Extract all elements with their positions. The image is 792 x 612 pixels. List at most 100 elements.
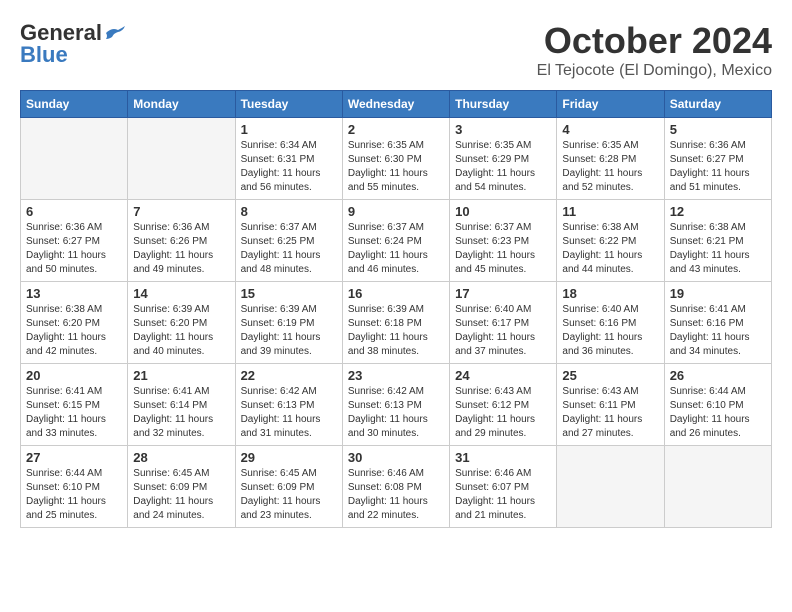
calendar-week-2: 6 Sunrise: 6:36 AM Sunset: 6:27 PM Daylig… — [21, 200, 772, 282]
calendar-cell: 7 Sunrise: 6:36 AM Sunset: 6:26 PM Daylig… — [128, 200, 235, 282]
calendar-cell: 22 Sunrise: 6:42 AM Sunset: 6:13 PM Dayli… — [235, 364, 342, 446]
col-header-friday: Friday — [557, 91, 664, 118]
day-info: Sunrise: 6:44 AM Sunset: 6:10 PM Dayligh… — [26, 467, 122, 523]
calendar-cell: 4 Sunrise: 6:35 AM Sunset: 6:28 PM Daylig… — [557, 118, 664, 200]
day-info: Sunrise: 6:40 AM Sunset: 6:16 PM Dayligh… — [562, 303, 658, 359]
day-number: 11 — [562, 204, 658, 219]
day-info: Sunrise: 6:45 AM Sunset: 6:09 PM Dayligh… — [241, 467, 337, 523]
calendar-cell: 3Sunrise: 6:35 AM Sunset: 6:29 PM Daylig… — [450, 118, 557, 200]
title-block: October 2024 El Tejocote (El Domingo), M… — [537, 20, 772, 80]
day-info: Sunrise: 6:37 AM Sunset: 6:24 PM Dayligh… — [348, 221, 444, 277]
day-info: Sunrise: 6:39 AM Sunset: 6:18 PM Dayligh… — [348, 303, 444, 359]
calendar-cell: 2 Sunrise: 6:35 AM Sunset: 6:30 PM Daylig… — [342, 118, 449, 200]
calendar-header-row: SundayMondayTuesdayWednesdayThursdayFrid… — [21, 91, 772, 118]
day-info: Sunrise: 6:35 AM Sunset: 6:29 PM Dayligh… — [455, 139, 551, 195]
calendar-cell — [21, 118, 128, 200]
logo-blue: Blue — [20, 42, 68, 68]
day-info: Sunrise: 6:38 AM Sunset: 6:21 PM Dayligh… — [670, 221, 766, 277]
day-info: Sunrise: 6:43 AM Sunset: 6:11 PM Dayligh… — [562, 385, 658, 441]
col-header-thursday: Thursday — [450, 91, 557, 118]
day-info: Sunrise: 6:41 AM Sunset: 6:16 PM Dayligh… — [670, 303, 766, 359]
day-number: 17 — [455, 286, 551, 301]
calendar-cell: 30 Sunrise: 6:46 AM Sunset: 6:08 PM Dayli… — [342, 446, 449, 528]
col-header-monday: Monday — [128, 91, 235, 118]
day-number: 12 — [670, 204, 766, 219]
day-number: 4 — [562, 122, 658, 137]
day-number: 14 — [133, 286, 229, 301]
day-number: 2 — [348, 122, 444, 137]
day-info: Sunrise: 6:38 AM Sunset: 6:22 PM Dayligh… — [562, 221, 658, 277]
day-info: Sunrise: 6:39 AM Sunset: 6:20 PM Dayligh… — [133, 303, 229, 359]
calendar-cell: 26Sunrise: 6:44 AM Sunset: 6:10 PM Dayli… — [664, 364, 771, 446]
day-number: 30 — [348, 450, 444, 465]
calendar-cell — [664, 446, 771, 528]
col-header-saturday: Saturday — [664, 91, 771, 118]
month-title: October 2024 — [537, 20, 772, 62]
calendar-cell: 5 Sunrise: 6:36 AM Sunset: 6:27 PM Daylig… — [664, 118, 771, 200]
day-info: Sunrise: 6:41 AM Sunset: 6:15 PM Dayligh… — [26, 385, 122, 441]
logo-bird-icon — [104, 25, 126, 41]
calendar-cell: 31Sunrise: 6:46 AM Sunset: 6:07 PM Dayli… — [450, 446, 557, 528]
day-info: Sunrise: 6:43 AM Sunset: 6:12 PM Dayligh… — [455, 385, 551, 441]
day-number: 29 — [241, 450, 337, 465]
page-header: General Blue October 2024 El Tejocote (E… — [20, 20, 772, 80]
col-header-sunday: Sunday — [21, 91, 128, 118]
day-number: 20 — [26, 368, 122, 383]
day-number: 25 — [562, 368, 658, 383]
day-info: Sunrise: 6:37 AM Sunset: 6:25 PM Dayligh… — [241, 221, 337, 277]
calendar-cell — [128, 118, 235, 200]
day-info: Sunrise: 6:46 AM Sunset: 6:08 PM Dayligh… — [348, 467, 444, 523]
calendar-cell: 23Sunrise: 6:42 AM Sunset: 6:13 PM Dayli… — [342, 364, 449, 446]
calendar-cell: 8Sunrise: 6:37 AM Sunset: 6:25 PM Daylig… — [235, 200, 342, 282]
calendar-cell: 17 Sunrise: 6:40 AM Sunset: 6:17 PM Dayli… — [450, 282, 557, 364]
day-number: 28 — [133, 450, 229, 465]
logo: General Blue — [20, 20, 126, 68]
day-info: Sunrise: 6:35 AM Sunset: 6:30 PM Dayligh… — [348, 139, 444, 195]
day-info: Sunrise: 6:37 AM Sunset: 6:23 PM Dayligh… — [455, 221, 551, 277]
calendar-cell: 21 Sunrise: 6:41 AM Sunset: 6:14 PM Dayli… — [128, 364, 235, 446]
day-info: Sunrise: 6:36 AM Sunset: 6:27 PM Dayligh… — [670, 139, 766, 195]
day-number: 24 — [455, 368, 551, 383]
calendar-cell: 10 Sunrise: 6:37 AM Sunset: 6:23 PM Dayli… — [450, 200, 557, 282]
calendar-cell: 16Sunrise: 6:39 AM Sunset: 6:18 PM Dayli… — [342, 282, 449, 364]
day-number: 6 — [26, 204, 122, 219]
calendar-cell: 15 Sunrise: 6:39 AM Sunset: 6:19 PM Dayli… — [235, 282, 342, 364]
calendar-cell: 27Sunrise: 6:44 AM Sunset: 6:10 PM Dayli… — [21, 446, 128, 528]
day-info: Sunrise: 6:38 AM Sunset: 6:20 PM Dayligh… — [26, 303, 122, 359]
calendar-cell: 11 Sunrise: 6:38 AM Sunset: 6:22 PM Dayli… — [557, 200, 664, 282]
day-info: Sunrise: 6:36 AM Sunset: 6:26 PM Dayligh… — [133, 221, 229, 277]
day-number: 22 — [241, 368, 337, 383]
day-number: 1 — [241, 122, 337, 137]
calendar-cell: 9Sunrise: 6:37 AM Sunset: 6:24 PM Daylig… — [342, 200, 449, 282]
calendar-week-5: 27Sunrise: 6:44 AM Sunset: 6:10 PM Dayli… — [21, 446, 772, 528]
calendar-cell: 25 Sunrise: 6:43 AM Sunset: 6:11 PM Dayli… — [557, 364, 664, 446]
day-info: Sunrise: 6:44 AM Sunset: 6:10 PM Dayligh… — [670, 385, 766, 441]
day-info: Sunrise: 6:34 AM Sunset: 6:31 PM Dayligh… — [241, 139, 337, 195]
day-number: 18 — [562, 286, 658, 301]
calendar-cell: 24 Sunrise: 6:43 AM Sunset: 6:12 PM Dayli… — [450, 364, 557, 446]
calendar-cell: 29 Sunrise: 6:45 AM Sunset: 6:09 PM Dayli… — [235, 446, 342, 528]
day-info: Sunrise: 6:45 AM Sunset: 6:09 PM Dayligh… — [133, 467, 229, 523]
day-number: 23 — [348, 368, 444, 383]
day-info: Sunrise: 6:41 AM Sunset: 6:14 PM Dayligh… — [133, 385, 229, 441]
day-info: Sunrise: 6:40 AM Sunset: 6:17 PM Dayligh… — [455, 303, 551, 359]
day-info: Sunrise: 6:42 AM Sunset: 6:13 PM Dayligh… — [241, 385, 337, 441]
day-info: Sunrise: 6:36 AM Sunset: 6:27 PM Dayligh… — [26, 221, 122, 277]
day-number: 5 — [670, 122, 766, 137]
day-number: 21 — [133, 368, 229, 383]
day-number: 10 — [455, 204, 551, 219]
day-number: 15 — [241, 286, 337, 301]
calendar-cell: 14 Sunrise: 6:39 AM Sunset: 6:20 PM Dayli… — [128, 282, 235, 364]
day-info: Sunrise: 6:35 AM Sunset: 6:28 PM Dayligh… — [562, 139, 658, 195]
calendar-cell: 13 Sunrise: 6:38 AM Sunset: 6:20 PM Dayli… — [21, 282, 128, 364]
day-info: Sunrise: 6:39 AM Sunset: 6:19 PM Dayligh… — [241, 303, 337, 359]
calendar-cell: 28 Sunrise: 6:45 AM Sunset: 6:09 PM Dayli… — [128, 446, 235, 528]
col-header-tuesday: Tuesday — [235, 91, 342, 118]
calendar-week-4: 20 Sunrise: 6:41 AM Sunset: 6:15 PM Dayli… — [21, 364, 772, 446]
calendar-cell: 1 Sunrise: 6:34 AM Sunset: 6:31 PM Daylig… — [235, 118, 342, 200]
day-number: 7 — [133, 204, 229, 219]
calendar-cell: 12 Sunrise: 6:38 AM Sunset: 6:21 PM Dayli… — [664, 200, 771, 282]
calendar-week-3: 13 Sunrise: 6:38 AM Sunset: 6:20 PM Dayli… — [21, 282, 772, 364]
calendar-cell: 19Sunrise: 6:41 AM Sunset: 6:16 PM Dayli… — [664, 282, 771, 364]
day-number: 13 — [26, 286, 122, 301]
